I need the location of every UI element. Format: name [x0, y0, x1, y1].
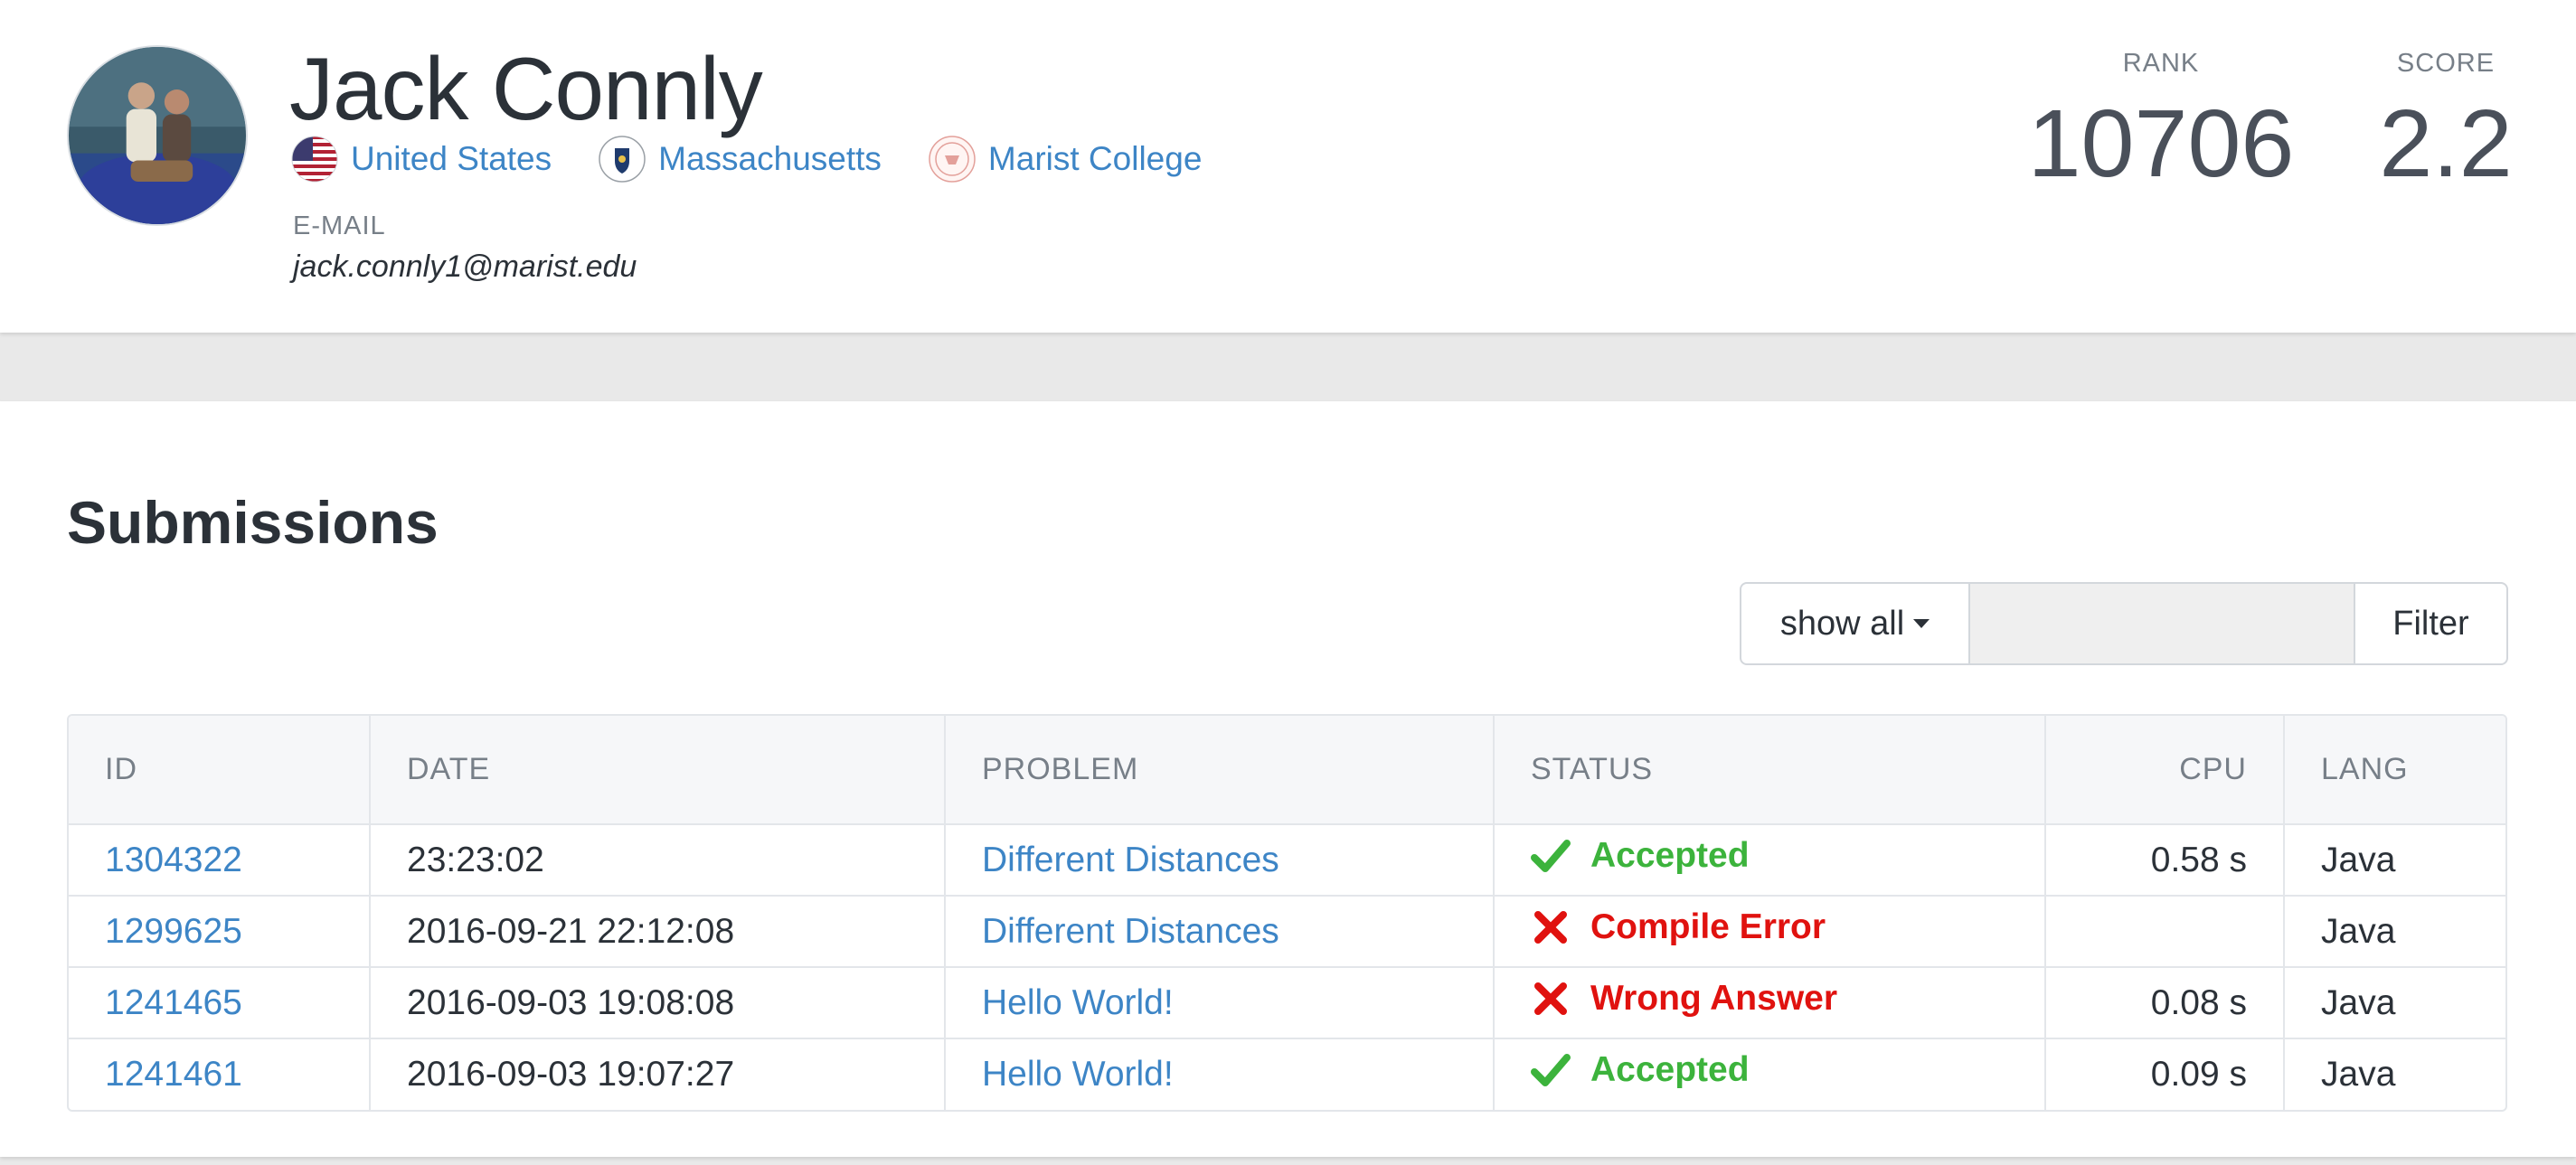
status-cell: Wrong Answer	[1531, 979, 1837, 1019]
cpu-time: 0.58 s	[2045, 824, 2285, 896]
table-row: 1241465 2016-09-03 19:08:08 Hello World!…	[69, 966, 2505, 1038]
score-stat: SCORE 2.2	[2369, 49, 2523, 198]
status-cell: Compile Error	[1531, 907, 1826, 947]
check-icon	[1531, 1054, 1571, 1086]
country-item[interactable]: United States	[291, 136, 552, 183]
cpu-time: 0.08 s	[2045, 966, 2285, 1038]
rank-stat: RANK 10706	[2025, 49, 2297, 198]
submissions-card: Submissions show all Filter ID DATE PROB…	[0, 401, 2576, 1157]
affiliations: United States Massachusetts Marist Colle…	[291, 134, 1249, 184]
submissions-title: Submissions	[67, 489, 439, 556]
submission-date: 23:23:02	[370, 824, 946, 896]
show-all-dropdown[interactable]: show all	[1740, 582, 1970, 665]
email-label: E-MAIL	[293, 211, 386, 240]
school-link[interactable]: Marist College	[988, 140, 1202, 178]
avatar	[67, 45, 248, 226]
x-icon	[1534, 910, 1567, 944]
status-text: Compile Error	[1590, 907, 1826, 946]
submission-date: 2016-09-03 19:07:27	[370, 1038, 946, 1110]
language: Java	[2284, 895, 2505, 967]
submission-id-link[interactable]: 1299625	[105, 912, 242, 951]
country-link[interactable]: United States	[351, 140, 552, 178]
submission-id-link[interactable]: 1304322	[105, 841, 242, 879]
submission-date: 2016-09-21 22:12:08	[370, 895, 946, 967]
filter-bar: show all Filter	[1740, 582, 2508, 665]
caret-down-icon	[1913, 619, 1930, 628]
score-value: 2.2	[2379, 90, 2513, 197]
submission-date: 2016-09-03 19:08:08	[370, 966, 946, 1038]
table-header-row: ID DATE PROBLEM STATUS CPU LANG	[69, 716, 2505, 825]
avatar-photo	[69, 47, 246, 224]
x-icon	[1534, 982, 1567, 1015]
language: Java	[2321, 840, 2396, 879]
status-cell: Accepted	[1531, 1050, 1750, 1090]
email-value: jack.connly1@marist.edu	[293, 249, 637, 284]
us-flag-icon	[291, 136, 338, 183]
col-header-cpu[interactable]: CPU	[2045, 716, 2285, 825]
col-header-lang[interactable]: LANG	[2284, 716, 2505, 825]
problem-link[interactable]: Different Distances	[982, 841, 1279, 879]
problem-link[interactable]: Hello World!	[982, 983, 1174, 1022]
state-link[interactable]: Massachusetts	[658, 140, 882, 178]
submission-id-link[interactable]: 1241465	[105, 983, 242, 1022]
col-header-date[interactable]: DATE	[370, 716, 946, 825]
status-cell: Accepted	[1531, 836, 1750, 876]
filter-input[interactable]	[1970, 582, 2354, 665]
profile-card: Jack Connly United States Massachusetts …	[0, 0, 2576, 333]
cpu-time: 0.09 s	[2045, 1038, 2285, 1110]
state-item[interactable]: Massachusetts	[599, 136, 882, 183]
cpu-time	[2045, 895, 2285, 967]
col-header-id[interactable]: ID	[69, 716, 371, 825]
status-text: Accepted	[1590, 835, 1750, 875]
col-header-status[interactable]: STATUS	[1494, 716, 2046, 825]
score-label: SCORE	[2396, 49, 2496, 78]
massachusetts-seal-icon	[599, 136, 646, 183]
submissions-table: ID DATE PROBLEM STATUS CPU LANG 1304322 …	[67, 714, 2507, 1112]
rank-label: RANK	[2122, 49, 2200, 78]
status-text: Wrong Answer	[1590, 978, 1838, 1018]
table-row: 1241461 2016-09-03 19:07:27 Hello World!…	[69, 1038, 2505, 1110]
user-name: Jack Connly	[289, 39, 763, 138]
school-item[interactable]: Marist College	[929, 136, 1202, 183]
language: Java	[2284, 1038, 2505, 1110]
problem-link[interactable]: Hello World!	[982, 1055, 1174, 1094]
show-all-label: show all	[1779, 604, 1905, 643]
table-row: 1299625 2016-09-21 22:12:08 Different Di…	[69, 895, 2505, 967]
status-text: Accepted	[1590, 1050, 1750, 1089]
filter-button[interactable]: Filter	[2354, 582, 2508, 665]
table-row: 1304322 23:23:02 Different Distances Acc…	[69, 824, 2505, 896]
rank-value: 10706	[2027, 90, 2295, 197]
college-seal-icon	[929, 136, 976, 183]
col-header-problem[interactable]: PROBLEM	[945, 716, 1495, 825]
submission-id-link[interactable]: 1241461	[105, 1055, 242, 1094]
language: Java	[2284, 966, 2505, 1038]
problem-link[interactable]: Different Distances	[982, 912, 1279, 951]
check-icon	[1531, 839, 1571, 872]
